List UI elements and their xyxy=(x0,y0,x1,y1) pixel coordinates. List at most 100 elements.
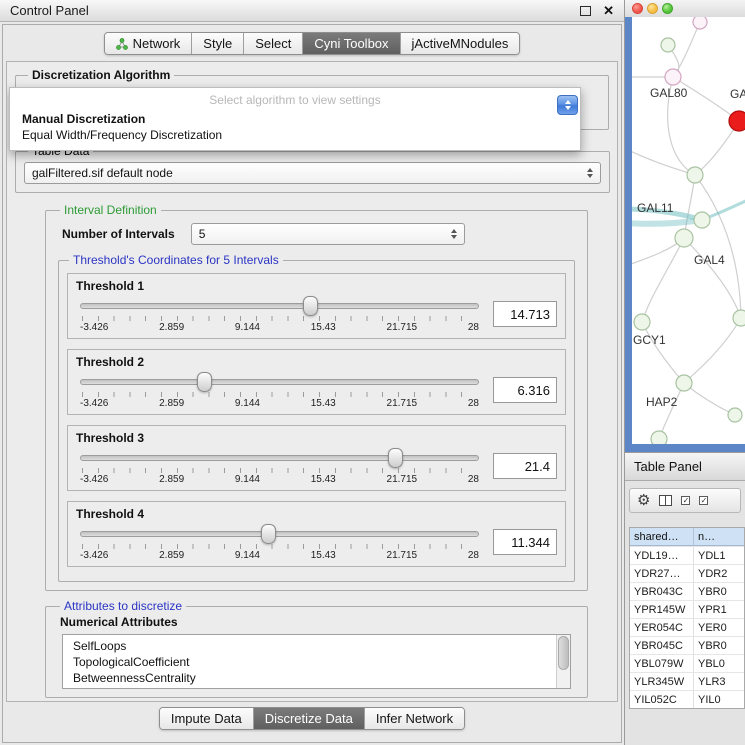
threshold-1-value-field[interactable]: 14.713 xyxy=(493,301,557,327)
list-scrollbar[interactable] xyxy=(556,635,570,688)
cell[interactable]: YIL0 xyxy=(694,691,744,708)
cell[interactable]: YBL079W xyxy=(630,655,694,672)
network-node[interactable] xyxy=(634,314,650,330)
cell[interactable]: YER054C xyxy=(630,619,694,636)
tab-jactivemnodules[interactable]: jActiveMNodules xyxy=(400,33,520,54)
scrollbar-thumb[interactable] xyxy=(558,636,569,670)
minimize-traffic-light-button[interactable] xyxy=(647,3,658,14)
number-of-intervals-combobox[interactable]: 5 xyxy=(191,223,465,245)
table-row[interactable]: YIL052CYIL0 xyxy=(630,690,744,708)
cell[interactable]: YBR043C xyxy=(630,583,694,600)
node-attribute-table[interactable]: shared… n… YDL19…YDL1 YDR27…YDR2 YBR043C… xyxy=(629,527,745,709)
numerical-attributes-list[interactable]: SelfLoops TopologicalCoefficient Between… xyxy=(62,634,571,689)
slider-thumb[interactable] xyxy=(303,296,318,316)
network-graph[interactable] xyxy=(632,17,745,444)
slider-thumb[interactable] xyxy=(388,448,403,468)
network-node[interactable] xyxy=(661,38,675,52)
select-none-checkbox-icon[interactable] xyxy=(699,496,708,505)
cell[interactable]: YPR1 xyxy=(694,601,744,618)
threshold-1-slider[interactable]: -3.4262.8599.14415.4321.71528 xyxy=(80,295,479,335)
tab-select[interactable]: Select xyxy=(243,33,302,54)
threshold-label: Threshold 4 xyxy=(76,507,557,521)
tab-style[interactable]: Style xyxy=(191,33,243,54)
slider-track[interactable] xyxy=(80,455,479,461)
column-header-shared-name[interactable]: shared… xyxy=(630,528,694,545)
threshold-2-value-field[interactable]: 6.316 xyxy=(493,377,557,403)
threshold-3-slider[interactable]: -3.4262.8599.14415.4321.71528 xyxy=(80,447,479,487)
tab-infer-network[interactable]: Infer Network xyxy=(364,708,464,729)
network-node[interactable] xyxy=(675,229,693,247)
cell[interactable]: YER0 xyxy=(694,619,744,636)
scale-tick-label: 9.144 xyxy=(235,398,260,409)
tab-impute-data[interactable]: Impute Data xyxy=(160,708,253,729)
table-data-combobox[interactable]: galFiltered.sif default node xyxy=(24,162,601,184)
slider-track[interactable] xyxy=(80,531,479,537)
gear-icon[interactable] xyxy=(637,492,650,510)
slider-thumb[interactable] xyxy=(261,524,276,544)
columns-icon[interactable] xyxy=(659,495,672,506)
slider-thumb[interactable] xyxy=(197,372,212,392)
network-canvas[interactable]: GAL80 GA GAL11 GAL4 GCY1 HAP2 xyxy=(632,17,745,444)
network-node[interactable] xyxy=(665,69,681,85)
network-node[interactable] xyxy=(687,167,703,183)
float-window-icon[interactable] xyxy=(580,6,591,16)
network-view-window: GAL80 GA GAL11 GAL4 GCY1 HAP2 xyxy=(625,0,745,452)
list-item[interactable]: SelfLoops xyxy=(73,638,570,654)
tab-cyni-toolbox[interactable]: Cyni Toolbox xyxy=(302,33,399,54)
zoom-traffic-light-button[interactable] xyxy=(662,3,673,14)
scale-tick-label: 15.43 xyxy=(311,550,336,561)
table-row[interactable]: YBR043CYBR0 xyxy=(630,582,744,600)
table-data-group: Table Data galFiltered.sif default node xyxy=(15,144,610,193)
tab-network[interactable]: Network xyxy=(105,33,192,54)
close-icon[interactable] xyxy=(603,4,614,17)
arrow-up-icon xyxy=(565,100,571,104)
network-node[interactable] xyxy=(694,212,710,228)
network-nodes[interactable] xyxy=(634,17,745,444)
cell[interactable]: YDR2 xyxy=(694,565,744,582)
network-window-titlebar[interactable] xyxy=(625,0,745,17)
control-panel-titlebar[interactable]: Control Panel xyxy=(0,0,624,22)
cell[interactable]: YBR0 xyxy=(694,637,744,654)
threshold-2-slider[interactable]: -3.4262.8599.14415.4321.71528 xyxy=(80,371,479,411)
table-row[interactable]: YER054CYER0 xyxy=(630,618,744,636)
network-node[interactable] xyxy=(651,431,667,444)
algorithm-combobox-button[interactable] xyxy=(557,95,578,115)
network-node-selected[interactable] xyxy=(729,111,745,131)
threshold-4-value-field[interactable]: 11.344 xyxy=(493,529,557,555)
cell[interactable]: YLR3 xyxy=(694,673,744,690)
column-header-name[interactable]: n… xyxy=(694,528,744,545)
close-traffic-light-button[interactable] xyxy=(632,3,643,14)
cell[interactable]: YDL1 xyxy=(694,547,744,564)
table-panel-header[interactable]: Table Panel xyxy=(625,453,745,481)
cell[interactable]: YLR345W xyxy=(630,673,694,690)
select-all-checkbox-icon[interactable] xyxy=(681,496,690,505)
list-item[interactable]: BetweennessCentrality xyxy=(73,670,570,686)
threshold-3-value-field[interactable]: 21.4 xyxy=(493,453,557,479)
slider-track[interactable] xyxy=(80,303,479,309)
cell[interactable]: YPR145W xyxy=(630,601,694,618)
slider-track[interactable] xyxy=(80,379,479,385)
network-node[interactable] xyxy=(733,310,745,326)
table-row[interactable]: YDL19…YDL1 xyxy=(630,546,744,564)
cell[interactable]: YIL052C xyxy=(630,691,694,708)
dropdown-option-manual-discretization[interactable]: Manual Discretization xyxy=(10,111,580,127)
table-row[interactable]: YDR27…YDR2 xyxy=(630,564,744,582)
table-row[interactable]: YBR045CYBR0 xyxy=(630,636,744,654)
network-node[interactable] xyxy=(728,408,742,422)
table-row[interactable]: YBL079WYBL0 xyxy=(630,654,744,672)
tab-discretize-data[interactable]: Discretize Data xyxy=(253,708,364,729)
network-node[interactable] xyxy=(693,17,707,29)
dropdown-option-equal-width-frequency[interactable]: Equal Width/Frequency Discretization xyxy=(10,127,580,143)
network-node[interactable] xyxy=(676,375,692,391)
cell[interactable]: YBR0 xyxy=(694,583,744,600)
list-item[interactable]: TopologicalCoefficient xyxy=(73,654,570,670)
table-row[interactable]: YPR145WYPR1 xyxy=(630,600,744,618)
threshold-4-slider[interactable]: -3.4262.8599.14415.4321.71528 xyxy=(80,523,479,563)
cell[interactable]: YDR27… xyxy=(630,565,694,582)
scale-tick-label: 9.144 xyxy=(235,474,260,485)
cell[interactable]: YBL0 xyxy=(694,655,744,672)
cell[interactable]: YBR045C xyxy=(630,637,694,654)
table-row[interactable]: YLR345WYLR3 xyxy=(630,672,744,690)
cell[interactable]: YDL19… xyxy=(630,547,694,564)
tab-label: Style xyxy=(203,36,232,51)
